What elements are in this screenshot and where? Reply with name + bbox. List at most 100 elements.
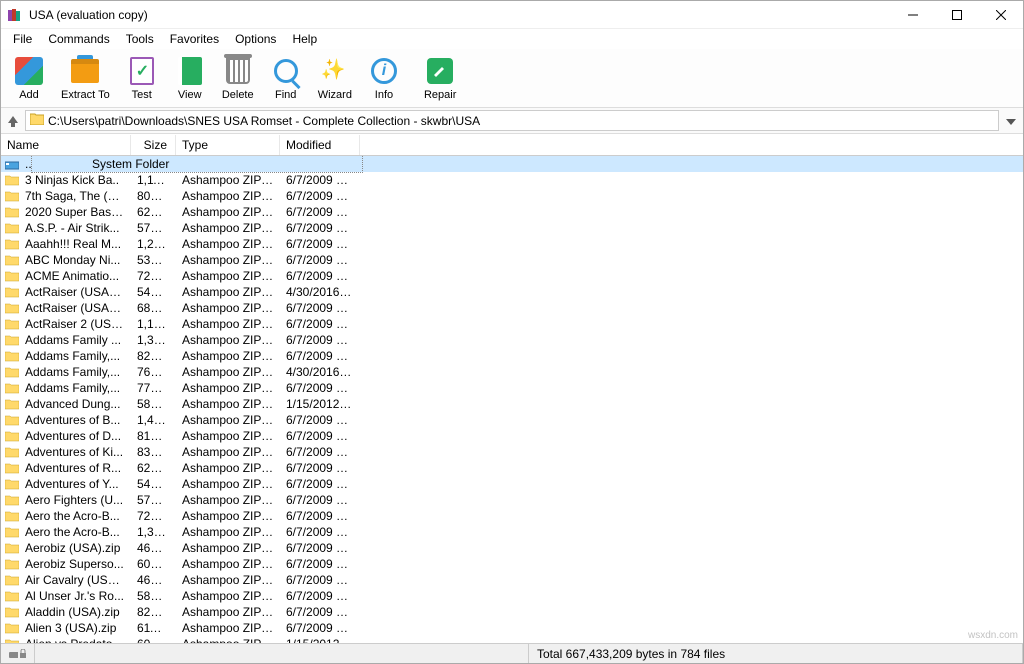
file-name: 2020 Super Base...: [19, 204, 131, 220]
file-type: Ashampoo ZIP file: [176, 476, 280, 492]
close-button[interactable]: [979, 1, 1023, 29]
file-size: 627,746: [131, 460, 176, 476]
zip-icon: [1, 398, 19, 410]
file-row[interactable]: 7th Saga, The (U...808,296Ashampoo ZIP f…: [1, 188, 1023, 204]
file-modified: 6/7/2009 6:37 ...: [280, 204, 360, 220]
maximize-button[interactable]: [935, 1, 979, 29]
file-size: 762,252: [131, 364, 176, 380]
file-row[interactable]: Adventures of D...814,309Ashampoo ZIP fi…: [1, 428, 1023, 444]
tool-add[interactable]: Add: [5, 53, 53, 105]
file-modified: 4/30/2016 7:30 ...: [280, 284, 360, 300]
zip-icon: [1, 334, 19, 346]
parent-label: System Folder: [31, 156, 363, 173]
parent-dots: ..: [19, 156, 31, 172]
file-modified: 6/7/2009 6:38 ...: [280, 492, 360, 508]
file-modified: 6/7/2009 6:38 ...: [280, 348, 360, 364]
file-modified: 1/15/2012 1:58 ...: [280, 396, 360, 412]
tool-find[interactable]: Find: [262, 53, 310, 105]
file-row[interactable]: Advanced Dung...589,273Ashampoo ZIP file…: [1, 396, 1023, 412]
menu-tools[interactable]: Tools: [118, 30, 162, 48]
menu-options[interactable]: Options: [227, 30, 284, 48]
file-row[interactable]: Aero Fighters (U...576,501Ashampoo ZIP f…: [1, 492, 1023, 508]
file-name: Al Unser Jr.'s Ro...: [19, 588, 131, 604]
status-text: Total 667,433,209 bytes in 784 files: [529, 644, 1023, 663]
file-row[interactable]: ABC Monday Ni...533,568Ashampoo ZIP file…: [1, 252, 1023, 268]
tool-test[interactable]: Test: [118, 53, 166, 105]
column-modified[interactable]: Modified: [280, 135, 360, 155]
tool-extract[interactable]: Extract To: [53, 53, 118, 105]
tool-repair[interactable]: Repair: [416, 53, 464, 105]
file-row[interactable]: Adventures of R...627,746Ashampoo ZIP fi…: [1, 460, 1023, 476]
file-row[interactable]: Alien vs Predato...602,505Ashampoo ZIP f…: [1, 636, 1023, 643]
file-type: Ashampoo ZIP file: [176, 252, 280, 268]
file-row[interactable]: Aero the Acro-B...722,316Ashampoo ZIP fi…: [1, 508, 1023, 524]
file-name: Aero the Acro-B...: [19, 524, 131, 540]
column-type[interactable]: Type: [176, 135, 280, 155]
tool-label: Test: [132, 89, 152, 101]
tool-label: Delete: [222, 89, 254, 101]
file-row[interactable]: Air Cavalry (USA...468,816Ashampoo ZIP f…: [1, 572, 1023, 588]
file-row[interactable]: Aladdin (USA).zip825,030Ashampoo ZIP fil…: [1, 604, 1023, 620]
menu-favorites[interactable]: Favorites: [162, 30, 227, 48]
file-modified: 6/7/2009 6:37 ...: [280, 316, 360, 332]
file-size: 1,392,265: [131, 332, 176, 348]
file-name: Adventures of B...: [19, 412, 131, 428]
file-name: Adventures of D...: [19, 428, 131, 444]
file-modified: 1/15/2012 1:58 ...: [280, 636, 360, 643]
file-modified: 6/7/2009 6:38 ...: [280, 604, 360, 620]
file-name: Adventures of R...: [19, 460, 131, 476]
file-row[interactable]: Alien 3 (USA).zip611,236Ashampoo ZIP fil…: [1, 620, 1023, 636]
file-row[interactable]: Addams Family,...776,097Ashampoo ZIP fil…: [1, 380, 1023, 396]
file-row[interactable]: Adventures of Ki...831,397Ashampoo ZIP f…: [1, 444, 1023, 460]
file-row[interactable]: Aero the Acro-B...1,362,710Ashampoo ZIP …: [1, 524, 1023, 540]
file-row[interactable]: Adventures of Y...547,456Ashampoo ZIP fi…: [1, 476, 1023, 492]
minimize-button[interactable]: [891, 1, 935, 29]
file-modified: 6/7/2009 6:38 ...: [280, 380, 360, 396]
file-list[interactable]: .. System Folder 3 Ninjas Kick Ba..1,118…: [1, 156, 1023, 643]
file-type: Ashampoo ZIP file: [176, 172, 280, 188]
file-row[interactable]: Addams Family,...762,252Ashampoo ZIP fil…: [1, 364, 1023, 380]
file-row[interactable]: Adventures of B...1,425,979Ashampoo ZIP …: [1, 412, 1023, 428]
file-name: 3 Ninjas Kick Ba..: [19, 172, 131, 188]
file-row[interactable]: 3 Ninjas Kick Ba..1,118,042Ashampoo ZIP …: [1, 172, 1023, 188]
zip-icon: [1, 622, 19, 634]
file-row[interactable]: 2020 Super Base...623,628Ashampoo ZIP fi…: [1, 204, 1023, 220]
parent-folder-row[interactable]: .. System Folder: [1, 156, 1023, 172]
file-row[interactable]: ActRaiser (USA)....685,275Ashampoo ZIP f…: [1, 300, 1023, 316]
path-text: C:\Users\patri\Downloads\SNES USA Romset…: [48, 114, 480, 128]
file-row[interactable]: Aerobiz Superso...604,774Ashampoo ZIP fi…: [1, 556, 1023, 572]
file-row[interactable]: Addams Family ...1,392,265Ashampoo ZIP f…: [1, 332, 1023, 348]
tool-label: Add: [19, 89, 39, 101]
disk-icon: [9, 649, 18, 659]
file-row[interactable]: Al Unser Jr.'s Ro...583,618Ashampoo ZIP …: [1, 588, 1023, 604]
path-input[interactable]: C:\Users\patri\Downloads\SNES USA Romset…: [25, 110, 999, 131]
file-row[interactable]: Aerobiz (USA).zip466,506Ashampoo ZIP fil…: [1, 540, 1023, 556]
menu-file[interactable]: File: [5, 30, 40, 48]
file-size: 685,275: [131, 300, 176, 316]
file-size: 611,236: [131, 620, 176, 636]
menu-help[interactable]: Help: [284, 30, 325, 48]
file-row[interactable]: A.S.P. - Air Strik...577,798Ashampoo ZIP…: [1, 220, 1023, 236]
zip-icon: [1, 446, 19, 458]
file-size: 1,118,042: [131, 172, 176, 188]
tool-delete[interactable]: Delete: [214, 53, 262, 105]
zip-icon: [1, 526, 19, 538]
menu-commands[interactable]: Commands: [40, 30, 117, 48]
statusbar: Total 667,433,209 bytes in 784 files: [1, 643, 1023, 663]
tool-info[interactable]: iInfo: [360, 53, 408, 105]
test-icon: [126, 55, 158, 87]
column-size[interactable]: Size: [131, 135, 176, 155]
path-dropdown-button[interactable]: [1003, 114, 1019, 128]
file-row[interactable]: ActRaiser 2 (USA...1,108,505Ashampoo ZIP…: [1, 316, 1023, 332]
file-row[interactable]: Addams Family,...824,293Ashampoo ZIP fil…: [1, 348, 1023, 364]
column-name[interactable]: Name: [1, 135, 131, 155]
tool-view[interactable]: View: [166, 53, 214, 105]
up-button[interactable]: [5, 113, 21, 129]
file-type: Ashampoo ZIP file: [176, 556, 280, 572]
tool-wizard[interactable]: Wizard: [310, 53, 360, 105]
file-row[interactable]: ACME Animatio...724,024Ashampoo ZIP file…: [1, 268, 1023, 284]
file-row[interactable]: Aaahh!!! Real M...1,297,120Ashampoo ZIP …: [1, 236, 1023, 252]
file-size: 724,024: [131, 268, 176, 284]
file-row[interactable]: ActRaiser (USA) ...541,864Ashampoo ZIP f…: [1, 284, 1023, 300]
zip-icon: [1, 318, 19, 330]
